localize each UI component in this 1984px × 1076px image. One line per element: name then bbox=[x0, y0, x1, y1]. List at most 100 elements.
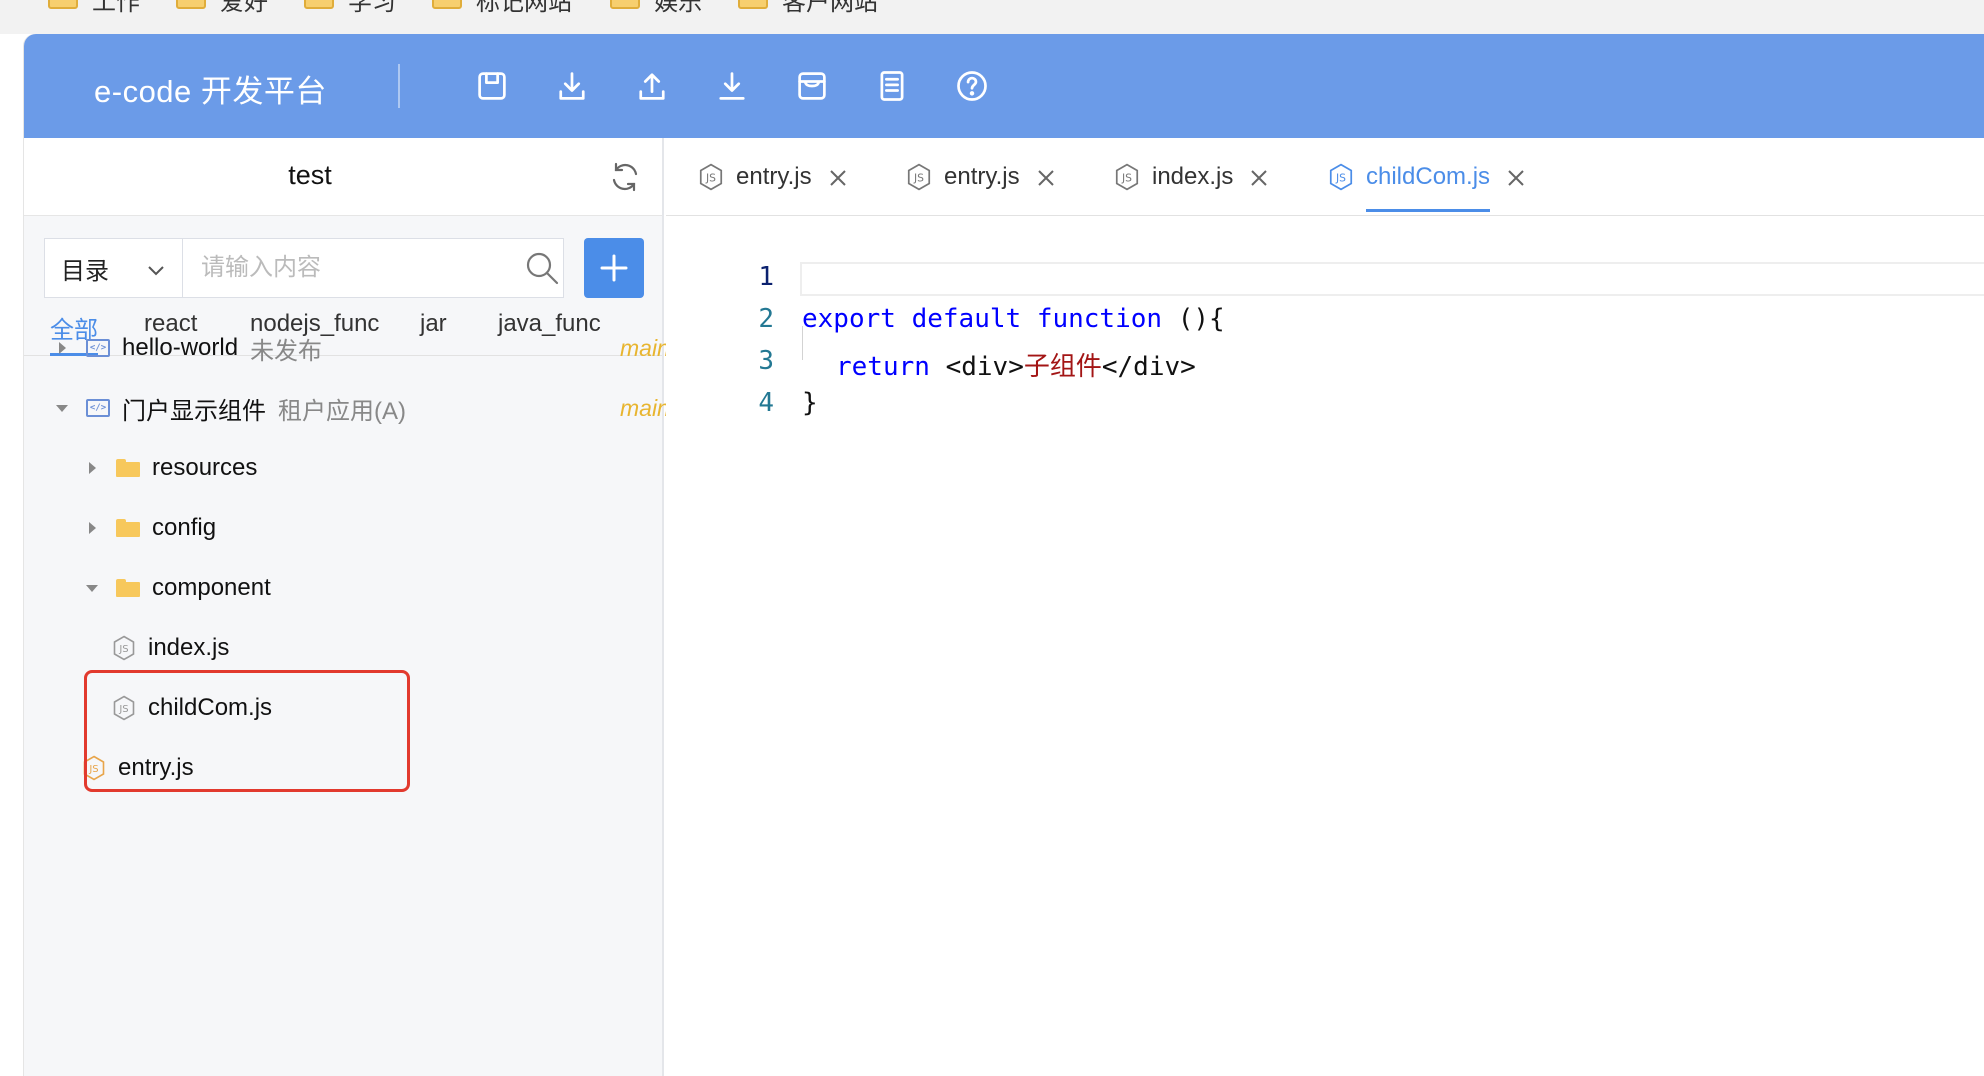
tree-folder-resources[interactable]: resources bbox=[82, 448, 257, 488]
code-line-3: return <div>子组件</div> bbox=[836, 346, 1196, 383]
folder-icon bbox=[176, 0, 206, 9]
code-editor[interactable]: 1 2 3 4 export default function (){ retu… bbox=[666, 216, 1984, 1076]
code-keyword: export bbox=[802, 304, 896, 334]
tree-item-label: index.js bbox=[148, 634, 230, 661]
folder-icon bbox=[116, 459, 140, 477]
tree-item-hello-world[interactable]: </> hello-world 未发布 main bbox=[52, 328, 670, 368]
js-file-icon: JS bbox=[1114, 163, 1140, 191]
help-button[interactable] bbox=[950, 64, 994, 108]
download-icon bbox=[559, 72, 585, 100]
caret-right-icon[interactable] bbox=[82, 518, 102, 538]
save-button[interactable] bbox=[470, 64, 514, 108]
code-line-2: export default function (){ bbox=[802, 304, 1225, 334]
tab-entry-js-2[interactable]: JS entry.js bbox=[906, 138, 1056, 216]
tree-file-index-js[interactable]: JS index.js bbox=[112, 628, 229, 668]
close-icon[interactable] bbox=[828, 167, 848, 187]
publish-status: 未发布 bbox=[250, 337, 323, 365]
bookmarks-bar: 工作 爱好 学习 标记网站 娱乐 客户网站 bbox=[0, 0, 1984, 34]
app-window: e-code 开发平台 test 目录 请输入内容 全部 react nodej… bbox=[24, 34, 1984, 1076]
close-icon[interactable] bbox=[1506, 167, 1526, 187]
download-button[interactable] bbox=[550, 64, 594, 108]
line-number: 4 bbox=[758, 388, 774, 418]
sidebar: test 目录 全部 react nodejs_func jar java_fu… bbox=[24, 138, 670, 1076]
add-button[interactable] bbox=[584, 238, 644, 298]
code-text: </div> bbox=[1101, 352, 1196, 382]
search-row: 目录 bbox=[44, 238, 644, 298]
line-number: 1 bbox=[758, 262, 774, 292]
app-header: e-code 开发平台 bbox=[24, 34, 1984, 138]
svg-text:JS: JS bbox=[1121, 171, 1132, 184]
tree-folder-config[interactable]: config bbox=[82, 508, 216, 548]
tree-item-label: 门户显示组件 bbox=[122, 397, 266, 425]
tree-item-portal-component[interactable]: </> 门户显示组件 租户应用(A) main bbox=[52, 388, 670, 428]
tab-label: entry.js bbox=[736, 163, 812, 190]
svg-text:JS: JS bbox=[705, 171, 716, 184]
line-number: 3 bbox=[758, 346, 774, 376]
folder-icon bbox=[610, 0, 640, 9]
folder-icon bbox=[304, 0, 334, 9]
tree-item-label: config bbox=[152, 514, 217, 541]
tab-entry-js-1[interactable]: JS entry.js bbox=[698, 138, 848, 216]
svg-text:JS: JS bbox=[1335, 171, 1346, 184]
close-icon[interactable] bbox=[1249, 167, 1269, 187]
bookmark-folder[interactable]: 客户网站 bbox=[738, 0, 878, 16]
tab-label: entry.js bbox=[944, 163, 1020, 190]
bookmark-folder[interactable]: 爱好 bbox=[176, 0, 268, 16]
js-file-icon: JS bbox=[906, 163, 932, 191]
caret-right-icon[interactable] bbox=[52, 338, 72, 358]
code-text: <div> bbox=[929, 352, 1024, 382]
code-string: 子组件 bbox=[1023, 352, 1102, 382]
line-number: 2 bbox=[758, 304, 774, 334]
caret-down-icon[interactable] bbox=[52, 398, 72, 418]
current-line-highlight bbox=[800, 262, 1984, 296]
import-button[interactable] bbox=[710, 64, 754, 108]
app-title: e-code 开发平台 bbox=[94, 74, 327, 109]
help-icon bbox=[957, 71, 987, 101]
document-icon bbox=[880, 71, 904, 101]
chevron-down-icon bbox=[146, 259, 166, 279]
bookmark-folder[interactable]: 娱乐 bbox=[610, 0, 702, 16]
svg-text:JS: JS bbox=[118, 644, 128, 655]
folder-icon bbox=[48, 0, 78, 9]
import-icon bbox=[719, 72, 745, 100]
tree-folder-component[interactable]: component bbox=[82, 568, 271, 608]
tab-childcom-js[interactable]: JS childCom.js bbox=[1328, 138, 1526, 216]
store-button[interactable] bbox=[790, 64, 834, 108]
app-type-label: 租户应用(A) bbox=[278, 397, 406, 425]
js-file-icon: JS bbox=[112, 635, 136, 661]
branch-label: main bbox=[620, 394, 670, 421]
header-divider bbox=[398, 64, 400, 108]
caret-down-icon[interactable] bbox=[82, 578, 102, 598]
code-keyword: return bbox=[836, 352, 930, 382]
code-keyword: default bbox=[911, 304, 1022, 334]
close-icon[interactable] bbox=[1036, 167, 1056, 187]
upload-icon bbox=[639, 73, 665, 100]
refresh-button[interactable] bbox=[608, 160, 642, 194]
tab-index-js[interactable]: JS index.js bbox=[1114, 138, 1269, 216]
tab-label: childCom.js bbox=[1366, 163, 1491, 212]
document-button[interactable] bbox=[870, 64, 914, 108]
bookmark-folder[interactable]: 工作 bbox=[48, 0, 140, 16]
folder-icon bbox=[116, 519, 140, 537]
scope-select-value: 目录 bbox=[61, 257, 109, 285]
project-header: test bbox=[24, 138, 662, 216]
caret-right-icon[interactable] bbox=[82, 458, 102, 478]
folder-icon bbox=[432, 0, 462, 9]
branch-label: main bbox=[620, 334, 670, 361]
search-icon[interactable] bbox=[524, 250, 560, 286]
bookmark-folder[interactable]: 标记网站 bbox=[432, 0, 572, 16]
save-icon bbox=[478, 72, 506, 100]
highlight-box bbox=[84, 670, 410, 792]
bookmark-folder[interactable]: 学习 bbox=[304, 0, 396, 16]
upload-button[interactable] bbox=[630, 64, 674, 108]
store-icon bbox=[798, 72, 826, 100]
code-package-icon: </> bbox=[86, 339, 110, 357]
code-package-icon: </> bbox=[86, 399, 110, 417]
folder-icon bbox=[738, 0, 768, 9]
scope-select[interactable]: 目录 bbox=[44, 238, 182, 298]
search-input[interactable] bbox=[182, 238, 564, 298]
code-line-4: } bbox=[802, 388, 818, 418]
code-keyword: function bbox=[1036, 304, 1163, 334]
folder-icon bbox=[116, 579, 140, 597]
js-file-icon: JS bbox=[1328, 163, 1354, 191]
